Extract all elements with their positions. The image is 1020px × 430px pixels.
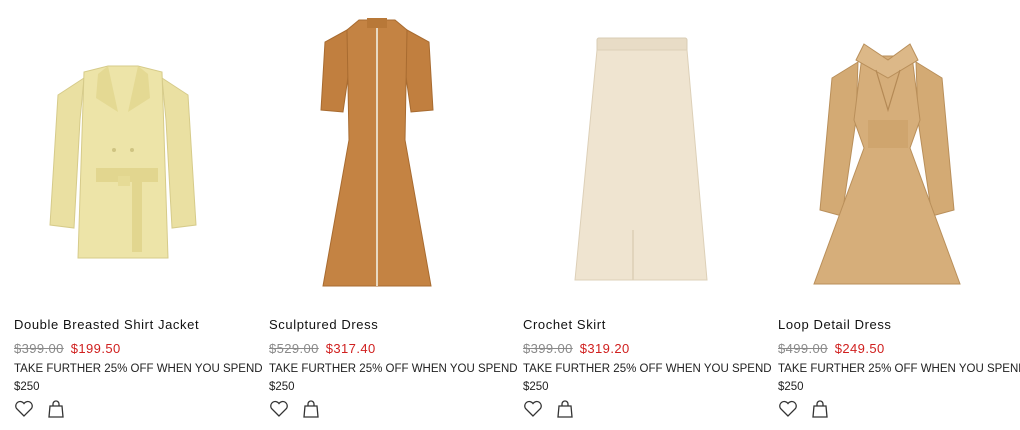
sale-price: $317.40 [325, 341, 376, 356]
sale-price: $319.20 [579, 341, 630, 356]
original-price: $529.00 [269, 341, 319, 356]
shopping-bag-icon[interactable] [555, 399, 575, 419]
price-row: $399.00 $199.50 [14, 341, 121, 356]
promo-text: TAKE FURTHER 25% OFF WHEN YOU SPEND [14, 363, 263, 375]
heart-icon[interactable] [523, 399, 543, 419]
product-card[interactable]: Loop Detail Dress $499.00 $249.50 TAKE FU… [764, 0, 1020, 430]
sale-price: $249.50 [834, 341, 885, 356]
heart-icon[interactable] [269, 399, 289, 419]
product-grid: Double Breasted Shirt Jacket $399.00 $199… [0, 0, 1020, 430]
product-card[interactable]: Sculptured Dress $529.00 $317.40 TAKE FUR… [255, 0, 518, 430]
product-image-dress[interactable] [255, 0, 500, 300]
shopping-bag-icon[interactable] [46, 399, 66, 419]
promo-threshold: $250 [14, 381, 40, 393]
heart-icon[interactable] [778, 399, 798, 419]
product-actions [14, 399, 66, 419]
product-title[interactable]: Double Breasted Shirt Jacket [14, 317, 199, 332]
sale-price: $199.50 [70, 341, 121, 356]
price-row: $499.00 $249.50 [778, 341, 885, 356]
promo-threshold: $250 [269, 381, 295, 393]
product-actions [523, 399, 575, 419]
original-price: $499.00 [778, 341, 828, 356]
shopping-bag-icon[interactable] [810, 399, 830, 419]
promo-text: TAKE FURTHER 25% OFF WHEN YOU SPEND [523, 363, 772, 375]
product-image-dress-loop[interactable] [764, 0, 1009, 300]
promo-threshold: $250 [778, 381, 804, 393]
product-card[interactable]: Double Breasted Shirt Jacket $399.00 $199… [0, 0, 263, 430]
product-title[interactable]: Sculptured Dress [269, 317, 378, 332]
product-actions [269, 399, 321, 419]
product-card[interactable]: Crochet Skirt $399.00 $319.20 TAKE FURTHE… [509, 0, 772, 430]
product-title[interactable]: Crochet Skirt [523, 317, 606, 332]
original-price: $399.00 [523, 341, 573, 356]
product-image-skirt[interactable] [509, 0, 754, 300]
shopping-bag-icon[interactable] [301, 399, 321, 419]
promo-text: TAKE FURTHER 25% OFF WHEN YOU SPEND [778, 363, 1020, 375]
price-row: $399.00 $319.20 [523, 341, 630, 356]
promo-threshold: $250 [523, 381, 549, 393]
product-image-jacket[interactable] [0, 0, 245, 300]
promo-text: TAKE FURTHER 25% OFF WHEN YOU SPEND [269, 363, 518, 375]
product-actions [778, 399, 830, 419]
price-row: $529.00 $317.40 [269, 341, 376, 356]
original-price: $399.00 [14, 341, 64, 356]
heart-icon[interactable] [14, 399, 34, 419]
product-title[interactable]: Loop Detail Dress [778, 317, 892, 332]
